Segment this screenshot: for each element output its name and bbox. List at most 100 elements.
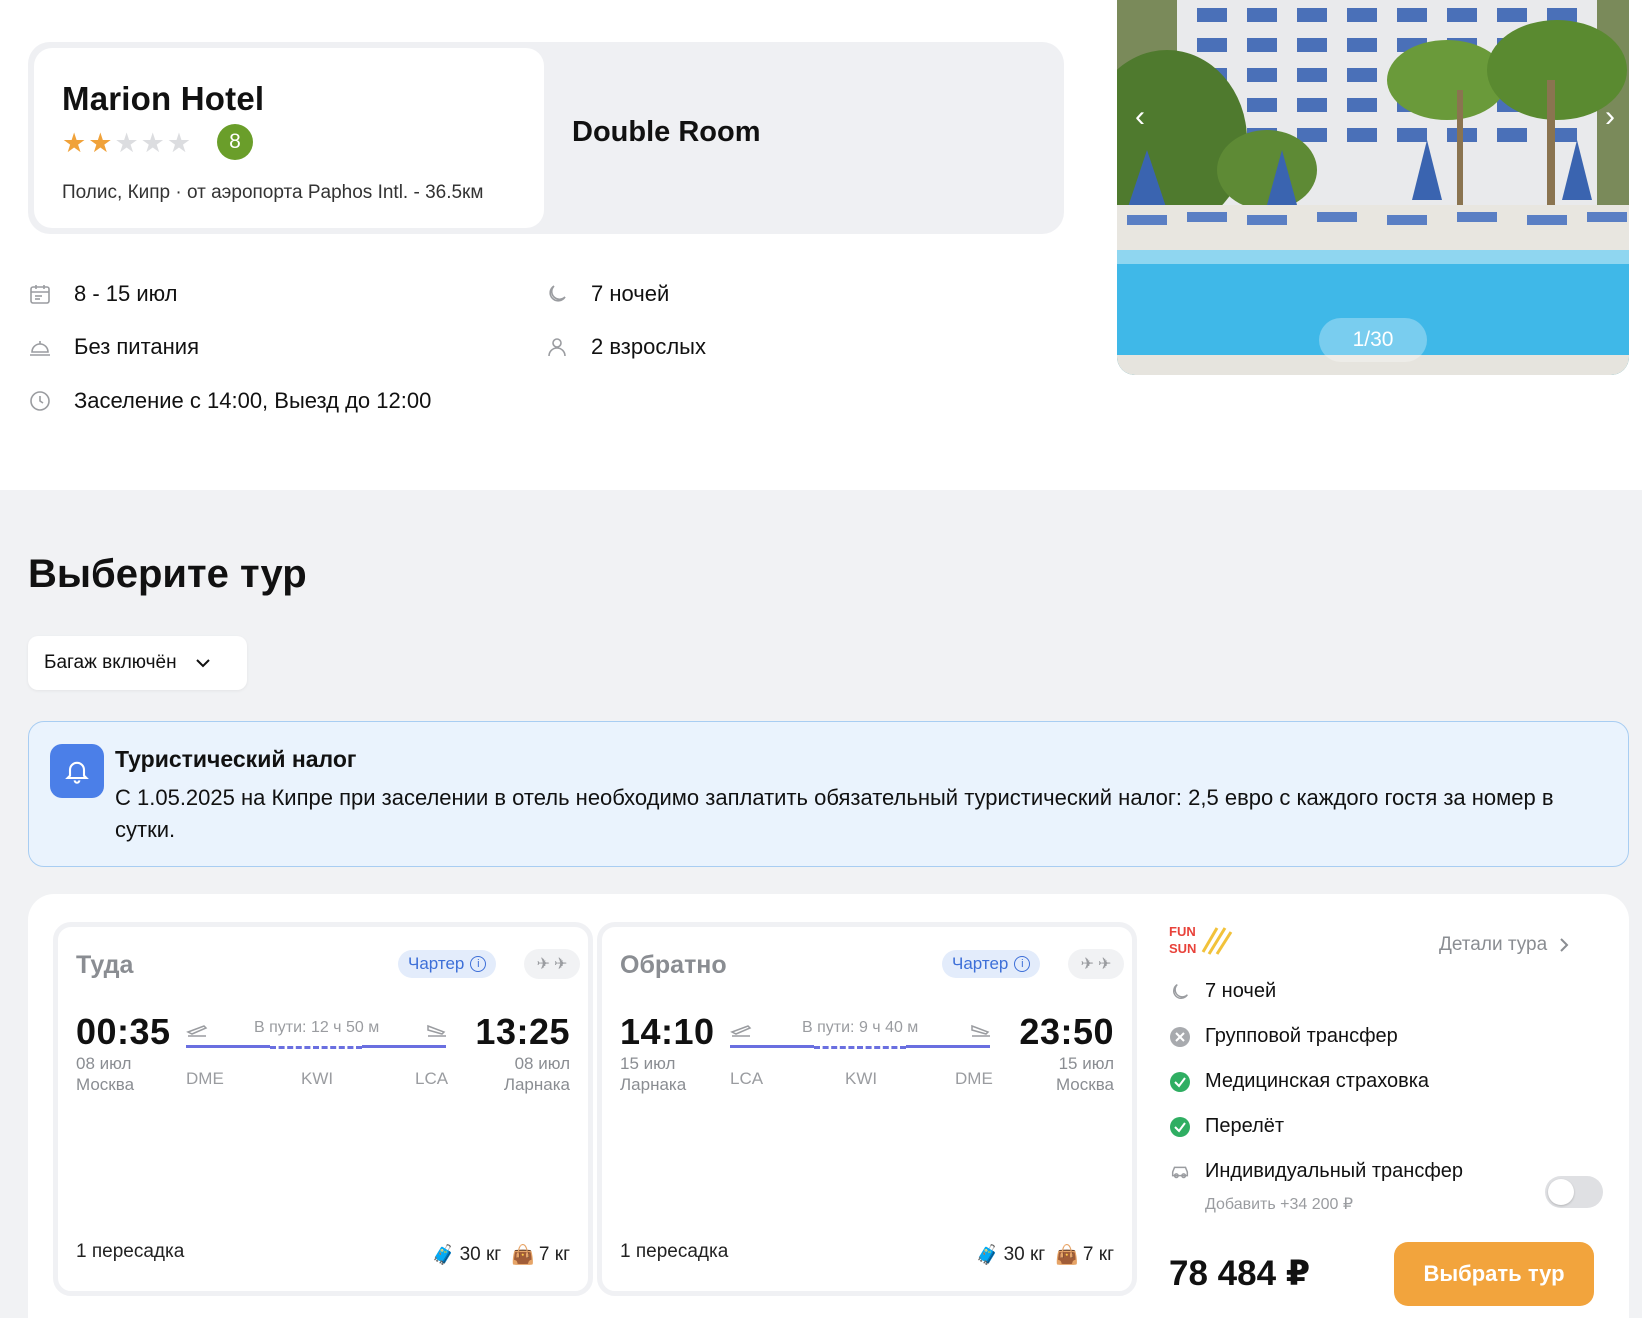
route-layover (270, 1046, 362, 1049)
departure-city: Москва (76, 1075, 135, 1094)
photo-next-icon[interactable]: › (1605, 100, 1615, 134)
airport-code: DME (186, 1069, 224, 1088)
moon-icon (549, 285, 566, 302)
tour-details-link[interactable]: Детали тура (1439, 934, 1569, 956)
info-meal: Без питания (28, 334, 199, 360)
chevron-down-icon (195, 659, 210, 668)
notice-text: С 1.05.2025 на Кипре при заселении в оте… (115, 785, 1554, 842)
car-icon (1169, 1161, 1191, 1183)
feature-label: Медицинская страховка (1205, 1070, 1430, 1092)
info-nights: 7 ночей (545, 281, 669, 307)
arrival-city: Москва (1055, 1075, 1114, 1094)
transfers-count: 1 пересадка (620, 1241, 729, 1262)
photo-counter: 1/30 (1319, 318, 1427, 362)
departure-time: 14:10 (620, 1011, 715, 1052)
return-flight: Обратно Чартер i ✈ ✈ 14:10 15 июл Ларнака… (597, 922, 1137, 1296)
select-tour-button[interactable]: Выбрать тур (1394, 1242, 1594, 1306)
meal-text: Без питания (74, 334, 200, 359)
rating-badge: 8 (217, 124, 253, 160)
feature-nights: 7 ночей (1169, 980, 1276, 1003)
info-checkin: Заселение с 14:00, Выезд до 12:00 (28, 388, 431, 414)
takeoff-icon (730, 1025, 752, 1037)
landing-icon (971, 1024, 990, 1037)
landing-icon (427, 1024, 446, 1037)
route-segment (362, 1045, 446, 1048)
transfers-count: 1 пересадка (76, 1241, 185, 1262)
hotel-location: Полис, Кипр · от аэропорта Paphos Intl. … (62, 182, 484, 203)
dates-text: 8 - 15 июл (74, 281, 178, 306)
hotel-section: Marion Hotel ★ ★ ★ ★ ★ 8 Полис, Кипр · о… (0, 0, 1642, 490)
feature-flight: Перелёт (1169, 1115, 1284, 1138)
feature-label: Индивидуальный трансфер (1205, 1160, 1464, 1182)
route-line (730, 1045, 990, 1049)
star-icon: ★ (88, 128, 113, 158)
arrival-date: 08 июл (514, 1054, 570, 1073)
flight-duration: В пути: 12 ч 50 м (254, 1019, 380, 1036)
hand-luggage-weight: 7 кг (538, 1244, 570, 1265)
baggage-info: 🧳 30 кг 👜 7 кг (976, 1243, 1114, 1267)
charter-badge[interactable]: Чартер i (398, 950, 497, 978)
departure-city: Ларнака (620, 1075, 687, 1094)
bell-icon (50, 744, 104, 798)
arrival-time: 23:50 (1019, 1011, 1114, 1052)
feature-individual-transfer: Индивидуальный трансфер (1169, 1160, 1463, 1183)
calendar-icon (30, 285, 50, 304)
bag-icon: 👜 (1055, 1245, 1079, 1266)
leg-title: Обратно (620, 951, 727, 979)
airport-code: KWI (301, 1069, 334, 1088)
nights-text: 7 ночей (591, 281, 670, 306)
arrival-city: Ларнака (503, 1075, 570, 1094)
departure-time: 00:35 (76, 1011, 171, 1052)
svg-text:SUN: SUN (1169, 941, 1196, 956)
hotel-photo-gallery[interactable]: ‹ › 1/30 (1117, 0, 1629, 375)
baggage-filter-dropdown[interactable]: Багаж включён (28, 636, 247, 690)
baggage-info: 🧳 30 кг 👜 7 кг (432, 1243, 570, 1267)
feature-insurance: Медицинская страховка (1169, 1070, 1429, 1093)
charter-label: Чартер (952, 954, 1009, 973)
person-icon (548, 338, 566, 357)
feature-label: Перелёт (1205, 1115, 1285, 1137)
individual-transfer-price: Добавить +34 200 ₽ (1205, 1196, 1354, 1213)
airport-code: LCA (415, 1069, 449, 1088)
departure-date: 08 июл (76, 1054, 132, 1073)
feature-group-transfer: Групповой трансфер (1169, 1025, 1398, 1048)
baggage-weight: 30 кг (1003, 1244, 1046, 1265)
arrival-time: 13:25 (475, 1011, 570, 1052)
individual-transfer-toggle[interactable] (1545, 1176, 1603, 1208)
details-label: Детали тура (1439, 934, 1548, 955)
route-segment (186, 1045, 270, 1048)
suitcase-icon: 🧳 (431, 1245, 456, 1266)
operator-logo: FUN SUN (1169, 924, 1233, 956)
route-segment (730, 1045, 814, 1048)
hotel-name: Marion Hotel (62, 80, 265, 117)
charter-badge[interactable]: Чартер i (942, 950, 1041, 978)
tour-price: 78 484 ₽ (1169, 1254, 1311, 1293)
tour-summary: FUN SUN Детали тура 7 ночей Групповой тр… (1169, 922, 1629, 1312)
tour-card: Туда Чартер i ✈ ✈ 00:35 08 июл Москва В п… (28, 894, 1629, 1318)
checkin-text: Заселение с 14:00, Выезд до 12:00 (74, 388, 432, 413)
plane-icon: ✈ (1098, 956, 1112, 973)
cross-circle-icon (1169, 1026, 1191, 1048)
route-line (186, 1045, 446, 1049)
star-icon: ★ (140, 128, 165, 158)
notice-title: Туристический налог (115, 746, 357, 772)
filter-label: Багаж включён (44, 652, 177, 673)
hand-luggage-weight: 7 кг (1082, 1244, 1114, 1265)
leg-title: Туда (76, 951, 134, 979)
info-guests: 2 взрослых (545, 334, 706, 360)
charter-label: Чартер (408, 954, 465, 973)
guests-text: 2 взрослых (591, 334, 706, 359)
airline-icons: ✈ ✈ (1068, 949, 1124, 979)
plane-icon: ✈ (1080, 956, 1094, 973)
tourist-tax-notice: Туристический налог С 1.05.2025 на Кипре… (28, 721, 1629, 867)
bag-icon: 👜 (511, 1245, 535, 1266)
clock-icon (30, 391, 50, 411)
photo-prev-icon[interactable]: ‹ (1135, 100, 1145, 134)
feature-label: Групповой трансфер (1205, 1025, 1398, 1047)
chevron-right-icon (1560, 938, 1569, 952)
room-type: Double Room (572, 116, 761, 148)
info-dates: 8 - 15 июл (28, 281, 178, 307)
plane-icon: ✈ (554, 956, 568, 973)
feature-label: 7 ночей (1205, 980, 1277, 1002)
baggage-weight: 30 кг (459, 1244, 502, 1265)
